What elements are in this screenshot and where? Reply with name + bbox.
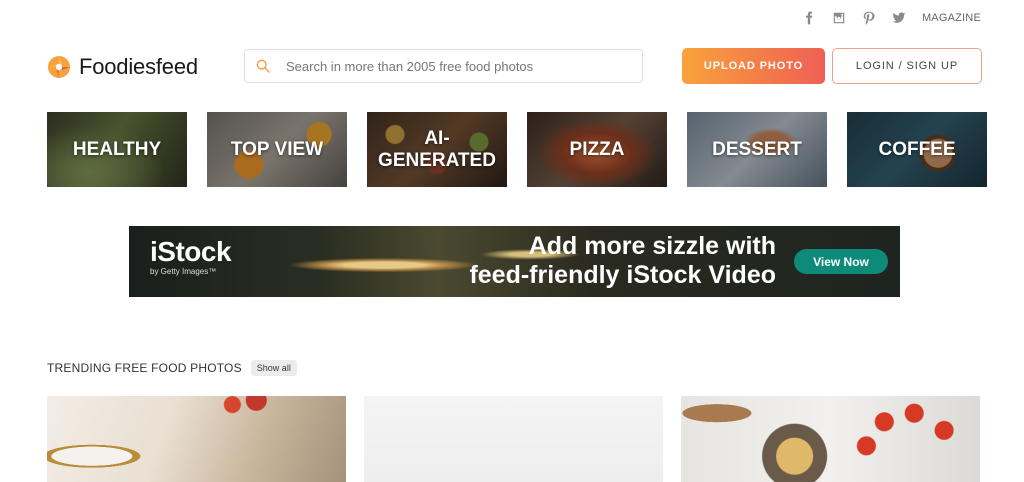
site-logo[interactable]: Foodiesfeed [47,54,198,80]
ad-brand: iStock [150,236,232,267]
facebook-icon[interactable] [802,11,816,25]
search-input[interactable] [286,58,626,74]
category-tile-ai-generated[interactable]: AI- GENERATED [367,112,507,187]
twitter-icon[interactable] [892,11,906,25]
trending-header: TRENDING FREE FOOD PHOTOS Show all [47,360,297,376]
trending-title: TRENDING FREE FOOD PHOTOS [47,361,242,375]
photo-tea-tomatoes[interactable] [47,396,346,482]
instagram-icon[interactable] [832,11,846,25]
category-label: PIZZA [569,138,625,160]
category-label: TOP VIEW [230,138,324,160]
istock-logo: iStock by Getty Images™ [150,236,232,277]
logo-text: Foodiesfeed [79,54,198,79]
upload-photo-button[interactable]: UPLOAD PHOTO [682,48,825,84]
ad-headline: Add more sizzle with feed-friendly iStoc… [469,232,776,290]
category-tile-coffee[interactable]: COFFEE [847,112,987,187]
photo-white-background[interactable] [364,396,663,482]
view-now-button[interactable]: View Now [794,249,888,274]
login-signup-button[interactable]: LOGIN / SIGN UP [832,48,982,84]
category-label: AI- GENERATED [378,127,496,171]
trending-photos [47,396,980,482]
show-all-button[interactable]: Show all [250,360,297,376]
istock-ad-banner[interactable]: iStock by Getty Images™ Add more sizzle … [129,226,900,297]
photo-drink-tomatoes[interactable] [681,396,980,482]
ad-brand-sub: by Getty Images™ [150,267,217,276]
category-tile-top-view[interactable]: TOP VIEW [207,112,347,187]
category-label: HEALTHY [72,138,162,160]
category-tile-healthy[interactable]: HEALTHY [47,112,187,187]
magazine-link[interactable]: MAGAZINE [922,12,981,24]
category-tiles: HEALTHY TOP VIEW AI- GENERATED PIZZA DES… [47,112,987,187]
category-tile-pizza[interactable]: PIZZA [527,112,667,187]
category-label: DESSERT [712,138,802,160]
social-bar: MAGAZINE [802,11,981,25]
ad-headline-line1: Add more sizzle with [528,232,776,260]
category-tile-dessert[interactable]: DESSERT [687,112,827,187]
search-icon [256,59,270,73]
pinterest-icon[interactable] [862,11,876,25]
logo-aperture-icon [48,56,70,78]
search-bar[interactable] [244,49,643,83]
ad-headline-line2: feed-friendly iStock Video [469,261,776,289]
category-label: COFFEE [878,138,956,160]
